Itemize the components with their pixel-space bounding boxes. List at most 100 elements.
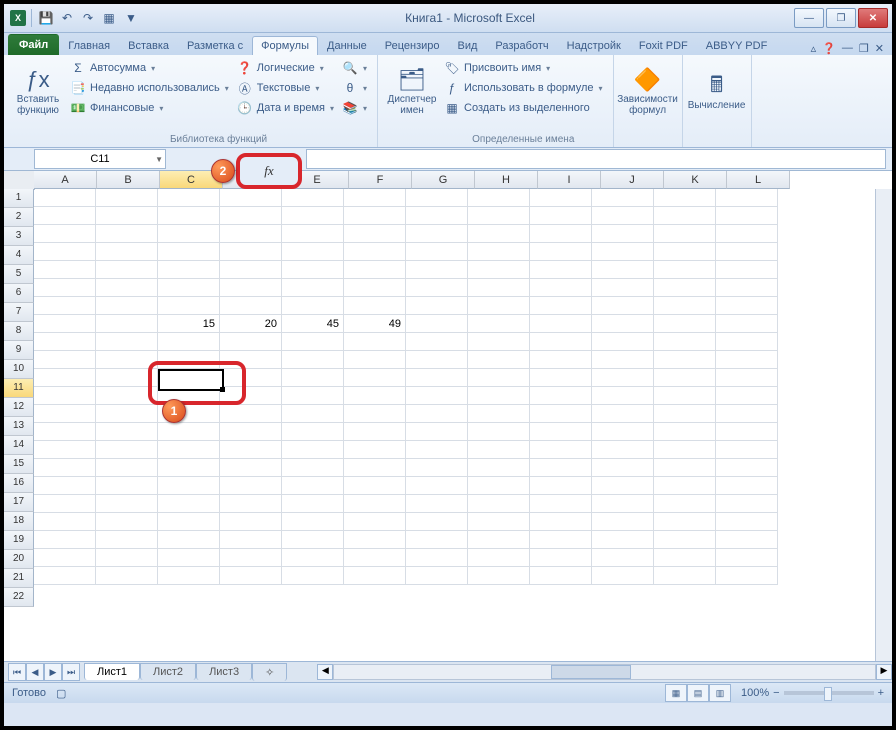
cell-D18[interactable] — [220, 495, 282, 513]
cell-C2[interactable] — [158, 207, 220, 225]
normal-view-button[interactable]: ▦ — [665, 684, 687, 702]
cell-I1[interactable] — [530, 189, 592, 207]
cell-B5[interactable] — [96, 261, 158, 279]
cell-I19[interactable] — [530, 513, 592, 531]
cell-J15[interactable] — [592, 441, 654, 459]
cell-A9[interactable] — [34, 333, 96, 351]
tab-home[interactable]: Главная — [59, 36, 119, 55]
cell-H13[interactable] — [468, 405, 530, 423]
cell-G8[interactable] — [406, 315, 468, 333]
cell-L21[interactable] — [716, 549, 778, 567]
define-name-button[interactable]: 🏷Присвоить имя▾ — [440, 59, 607, 77]
cell-C14[interactable] — [158, 423, 220, 441]
cell-E19[interactable] — [282, 513, 344, 531]
col-header-L[interactable]: L — [727, 171, 790, 189]
cell-D3[interactable] — [220, 225, 282, 243]
cell-C8[interactable]: 15 — [158, 315, 220, 333]
cell-F6[interactable] — [344, 279, 406, 297]
cell-B8[interactable] — [96, 315, 158, 333]
cell-F4[interactable] — [344, 243, 406, 261]
cell-E8[interactable]: 45 — [282, 315, 344, 333]
cell-K6[interactable] — [654, 279, 716, 297]
sheet-last-button[interactable]: ⏭ — [62, 663, 80, 681]
row-header-11[interactable]: 11 — [4, 379, 34, 398]
cell-B9[interactable] — [96, 333, 158, 351]
cell-C9[interactable] — [158, 333, 220, 351]
row-header-22[interactable]: 22 — [4, 588, 34, 607]
cell-G22[interactable] — [406, 567, 468, 585]
cell-D13[interactable] — [220, 405, 282, 423]
cell-J8[interactable] — [592, 315, 654, 333]
tab-file[interactable]: Файл — [8, 34, 59, 55]
row-header-7[interactable]: 7 — [4, 303, 34, 322]
cell-E2[interactable] — [282, 207, 344, 225]
cell-C5[interactable] — [158, 261, 220, 279]
cell-L11[interactable] — [716, 369, 778, 387]
pagebreak-view-button[interactable]: ▥ — [709, 684, 731, 702]
cell-L14[interactable] — [716, 423, 778, 441]
cell-B2[interactable] — [96, 207, 158, 225]
row-header-4[interactable]: 4 — [4, 246, 34, 265]
cell-G5[interactable] — [406, 261, 468, 279]
cell-J22[interactable] — [592, 567, 654, 585]
cell-E9[interactable] — [282, 333, 344, 351]
cell-A16[interactable] — [34, 459, 96, 477]
cell-L20[interactable] — [716, 531, 778, 549]
cell-D14[interactable] — [220, 423, 282, 441]
autosum-button[interactable]: ΣАвтосумма▾ — [66, 59, 233, 77]
cell-K10[interactable] — [654, 351, 716, 369]
cell-E11[interactable] — [282, 369, 344, 387]
cell-G3[interactable] — [406, 225, 468, 243]
tab-formulas[interactable]: Формулы — [252, 36, 318, 55]
sheet-tab-3[interactable]: Лист3 — [196, 663, 252, 680]
cell-J19[interactable] — [592, 513, 654, 531]
cell-A2[interactable] — [34, 207, 96, 225]
cell-B13[interactable] — [96, 405, 158, 423]
cell-J17[interactable] — [592, 477, 654, 495]
qat-custom-button[interactable]: ▦ — [100, 9, 118, 27]
scroll-right-button[interactable]: ▶ — [876, 664, 892, 680]
cell-E18[interactable] — [282, 495, 344, 513]
sheet-first-button[interactable]: ⏮ — [8, 663, 26, 681]
row-header-12[interactable]: 12 — [4, 398, 34, 417]
cell-J14[interactable] — [592, 423, 654, 441]
insert-function-button[interactable]: ƒx Вставить функцию — [10, 57, 66, 127]
cell-B20[interactable] — [96, 531, 158, 549]
row-header-16[interactable]: 16 — [4, 474, 34, 493]
cell-K9[interactable] — [654, 333, 716, 351]
cell-H3[interactable] — [468, 225, 530, 243]
sheet-prev-button[interactable]: ◀ — [26, 663, 44, 681]
cell-J7[interactable] — [592, 297, 654, 315]
cell-E14[interactable] — [282, 423, 344, 441]
cell-K2[interactable] — [654, 207, 716, 225]
cell-H6[interactable] — [468, 279, 530, 297]
cell-I6[interactable] — [530, 279, 592, 297]
cell-K8[interactable] — [654, 315, 716, 333]
cell-H14[interactable] — [468, 423, 530, 441]
cell-A1[interactable] — [34, 189, 96, 207]
tab-insert[interactable]: Вставка — [119, 36, 178, 55]
save-button[interactable]: 💾 — [37, 9, 55, 27]
tab-data[interactable]: Данные — [318, 36, 376, 55]
text-button[interactable]: ⒶТекстовые▾ — [233, 79, 338, 97]
tab-layout[interactable]: Разметка с — [178, 36, 252, 55]
cell-L10[interactable] — [716, 351, 778, 369]
cell-F13[interactable] — [344, 405, 406, 423]
row-header-15[interactable]: 15 — [4, 455, 34, 474]
cell-L13[interactable] — [716, 405, 778, 423]
cell-C7[interactable] — [158, 297, 220, 315]
cell-K19[interactable] — [654, 513, 716, 531]
cell-I9[interactable] — [530, 333, 592, 351]
cell-I13[interactable] — [530, 405, 592, 423]
cell-G13[interactable] — [406, 405, 468, 423]
cell-H17[interactable] — [468, 477, 530, 495]
cell-K22[interactable] — [654, 567, 716, 585]
cell-L22[interactable] — [716, 567, 778, 585]
cell-J4[interactable] — [592, 243, 654, 261]
cell-G17[interactable] — [406, 477, 468, 495]
cell-A7[interactable] — [34, 297, 96, 315]
cell-B15[interactable] — [96, 441, 158, 459]
cell-F19[interactable] — [344, 513, 406, 531]
scroll-left-button[interactable]: ◀ — [317, 664, 333, 680]
cell-D7[interactable] — [220, 297, 282, 315]
